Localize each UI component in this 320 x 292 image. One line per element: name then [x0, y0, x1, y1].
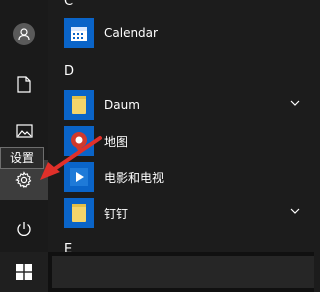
app-calendar[interactable]: Calendar: [64, 17, 314, 49]
pictures-button[interactable]: [0, 111, 48, 151]
user-avatar-icon: [13, 23, 35, 45]
play-icon: [64, 162, 94, 192]
pictures-icon: [15, 124, 33, 138]
user-account-button[interactable]: [0, 14, 48, 54]
app-maps[interactable]: 地图: [64, 125, 314, 157]
app-label: 钉钉: [104, 206, 129, 221]
folder-icon: [64, 90, 94, 120]
app-label: 地图: [104, 134, 129, 149]
map-pin-icon: [64, 126, 94, 156]
power-icon: [17, 222, 31, 236]
taskbar-search-box[interactable]: [52, 256, 314, 288]
settings-tooltip: 设置: [0, 147, 45, 169]
start-menu-rail: [0, 0, 48, 252]
section-letter-c[interactable]: C: [64, 0, 73, 9]
folder-icon: [64, 198, 94, 228]
chevron-down-icon: [290, 208, 300, 214]
app-movies-tv[interactable]: 电影和电视: [64, 161, 314, 193]
power-button[interactable]: [0, 209, 48, 249]
section-letter-d[interactable]: D: [64, 64, 74, 79]
calendar-icon: [64, 18, 94, 48]
app-label: 电影和电视: [104, 170, 165, 185]
app-label: Calendar: [104, 26, 158, 40]
app-list: C Calendar D Daum 地图 电影和电视 钉钉 E: [48, 0, 314, 252]
windows-logo-icon: [16, 264, 32, 280]
document-icon: [17, 75, 31, 93]
app-label: Daum: [104, 98, 140, 112]
app-daum[interactable]: Daum: [64, 89, 314, 121]
section-letter-e[interactable]: E: [64, 242, 72, 252]
taskbar: [0, 252, 314, 292]
app-dingtalk[interactable]: 钉钉: [64, 197, 314, 229]
gear-icon: [15, 171, 32, 188]
documents-button[interactable]: [0, 64, 48, 104]
chevron-down-icon: [290, 100, 300, 106]
start-button[interactable]: [0, 252, 48, 292]
